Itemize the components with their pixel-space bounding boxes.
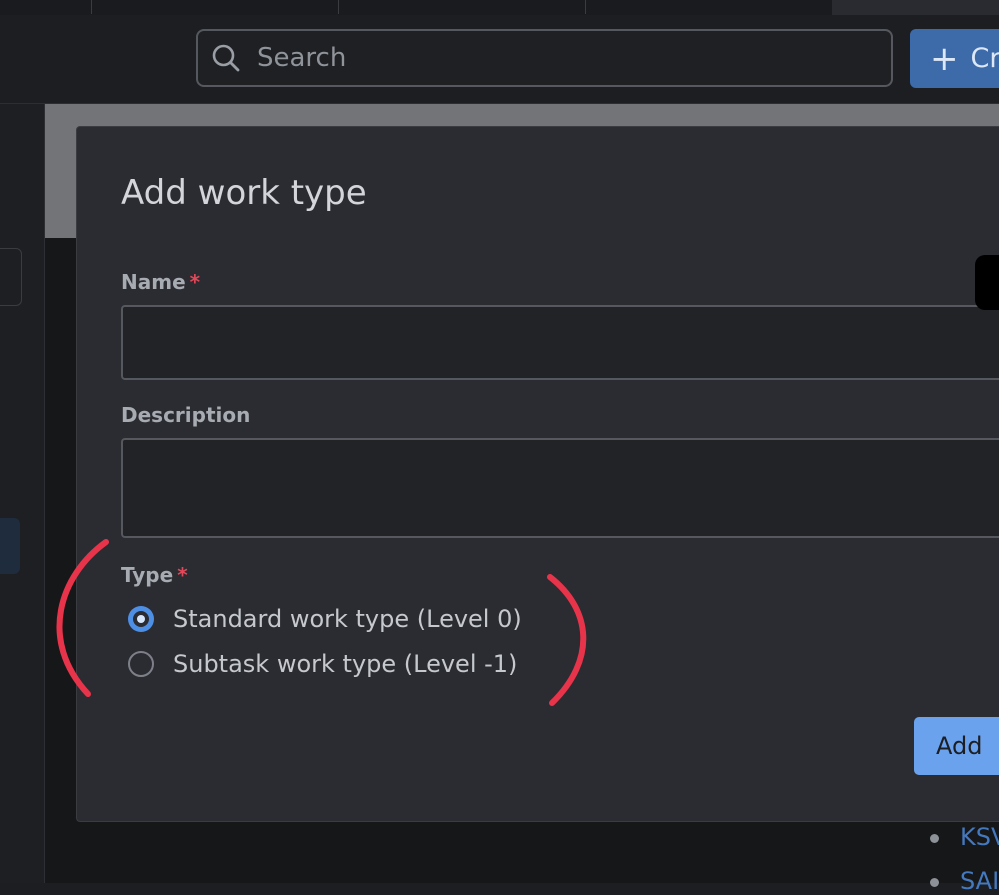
description-input[interactable] bbox=[121, 438, 999, 538]
dialog-title: Add work type bbox=[121, 173, 367, 213]
create-button-label: Cr bbox=[971, 43, 999, 74]
radio-label-subtask: Subtask work type (Level -1) bbox=[173, 650, 517, 678]
radio-option-standard[interactable]: Standard work type (Level 0) bbox=[128, 605, 522, 633]
add-button[interactable]: Add bbox=[914, 717, 999, 775]
sidebar bbox=[0, 104, 45, 883]
tab[interactable] bbox=[586, 0, 832, 14]
tab[interactable] bbox=[339, 0, 586, 14]
search-input[interactable] bbox=[255, 42, 859, 74]
description-field-label: Description bbox=[121, 403, 250, 427]
radio-checked-icon[interactable] bbox=[128, 606, 154, 632]
plus-icon: + bbox=[930, 42, 959, 76]
type-label-text: Type bbox=[121, 563, 173, 587]
sidebar-item-active[interactable] bbox=[0, 518, 20, 574]
tab[interactable] bbox=[92, 0, 339, 14]
tooltip-edge bbox=[975, 255, 999, 310]
required-marker: * bbox=[190, 270, 200, 294]
tab-strip-filler bbox=[832, 0, 999, 15]
sidebar-item[interactable] bbox=[0, 248, 22, 306]
search-box[interactable] bbox=[196, 29, 893, 87]
tab[interactable] bbox=[0, 0, 92, 14]
background-list-link[interactable]: SAI bbox=[960, 867, 999, 895]
name-field-label: Name* bbox=[121, 270, 200, 294]
radio-unchecked-icon[interactable] bbox=[128, 651, 154, 677]
name-input[interactable] bbox=[121, 305, 999, 380]
required-marker: * bbox=[177, 563, 187, 587]
radio-option-subtask[interactable]: Subtask work type (Level -1) bbox=[128, 650, 517, 678]
type-field-label: Type* bbox=[121, 563, 188, 587]
list-bullet bbox=[930, 834, 939, 843]
create-button[interactable]: + Cr bbox=[910, 29, 999, 88]
search-icon bbox=[211, 43, 241, 73]
name-label-text: Name bbox=[121, 270, 186, 294]
radio-label-standard: Standard work type (Level 0) bbox=[173, 605, 522, 633]
background-list-link[interactable]: KSV bbox=[960, 823, 999, 851]
